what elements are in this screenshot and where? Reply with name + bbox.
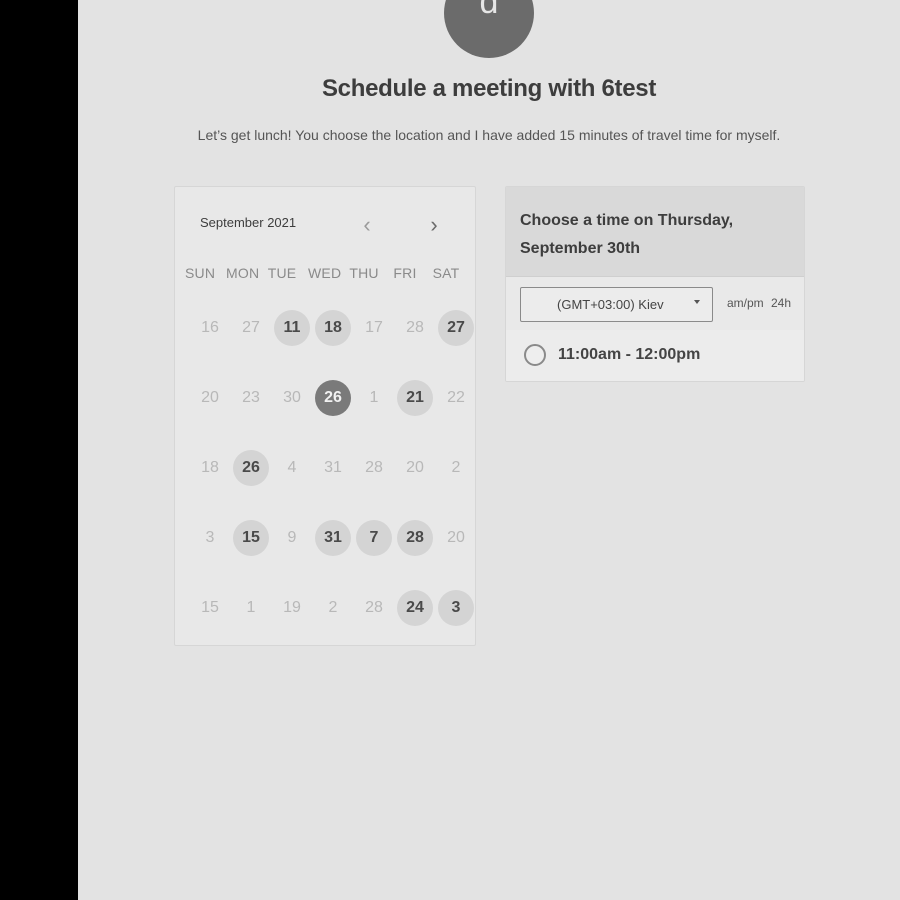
calendar-day: 28 — [365, 599, 383, 616]
weekday-label: WED — [308, 265, 342, 281]
caret-down-icon — [694, 300, 700, 304]
calendar-day: 23 — [242, 389, 260, 406]
calendar-day[interactable]: 11 — [274, 310, 310, 346]
calendar-day: 16 — [201, 319, 219, 336]
calendar-day[interactable]: 28 — [397, 520, 433, 556]
calendar-day: 28 — [365, 459, 383, 476]
calendar-day: 28 — [406, 319, 424, 336]
meeting-description: Let’s get lunch! You choose the location… — [197, 127, 781, 143]
weekday-label: FRI — [393, 265, 417, 281]
calendar-day[interactable]: 7 — [356, 520, 392, 556]
calendar-day[interactable]: 15 — [233, 520, 269, 556]
calendar-day: 30 — [283, 389, 301, 406]
calendar-day: 2 — [328, 599, 338, 616]
timezone-select[interactable]: (GMT+03:00) Kiev — [520, 287, 713, 322]
calendar-day: 19 — [283, 599, 301, 616]
calendar-day: 22 — [447, 389, 465, 406]
calendar-day: 4 — [287, 459, 297, 476]
calendar-day: 3 — [205, 529, 215, 546]
calendar-day[interactable]: 18 — [315, 310, 351, 346]
calendar-day[interactable]: 3 — [438, 590, 474, 626]
calendar-day: 1 — [246, 599, 256, 616]
calendar-day: 18 — [201, 459, 219, 476]
calendar-day: 9 — [287, 529, 297, 546]
calendar-day-selected[interactable]: 26 — [315, 380, 351, 416]
calendar-day: 20 — [447, 529, 465, 546]
timezone-value: (GMT+03:00) Kiev — [557, 297, 664, 312]
weekday-label: TUE — [267, 265, 297, 281]
time-picker-card: Choose a time on Thursday, September 30t… — [505, 186, 805, 382]
calendar-day[interactable]: 21 — [397, 380, 433, 416]
weekday-header: SUN MON TUE WED THU FRI SAT — [185, 265, 476, 283]
time-slot-label: 11:00am - 12:00pm — [558, 346, 701, 363]
calendar-month-label: September 2021 — [200, 215, 297, 230]
chevron-left-icon[interactable]: ‹ — [357, 213, 377, 237]
weekday-label: SUN — [185, 265, 216, 281]
calendar-day[interactable]: 26 — [233, 450, 269, 486]
scheduling-page: d Schedule a meeting with 6test Let’s ge… — [78, 0, 900, 900]
time-picker-heading: Choose a time on Thursday, September 30t… — [520, 212, 734, 257]
calendar-day[interactable]: 27 — [438, 310, 474, 346]
format-ampm-toggle[interactable]: am/pm — [727, 296, 764, 310]
weekday-label: MON — [226, 265, 260, 281]
calendar-day: 2 — [451, 459, 461, 476]
radio-icon[interactable] — [524, 344, 546, 366]
format-24h-toggle[interactable]: 24h — [771, 296, 791, 310]
calendar-day[interactable]: 31 — [315, 520, 351, 556]
calendar-day: 17 — [365, 319, 383, 336]
calendar-day: 1 — [369, 389, 379, 406]
calendar-day: 15 — [201, 599, 219, 616]
avatar-letter: d — [479, 0, 499, 21]
host-avatar: d — [444, 0, 534, 58]
calendar-day: 20 — [406, 459, 424, 476]
calendar-day: 27 — [242, 319, 260, 336]
calendar-day: 31 — [324, 459, 342, 476]
weekday-label: THU — [349, 265, 379, 281]
chevron-right-icon[interactable]: › — [424, 213, 444, 237]
calendar-day: 20 — [201, 389, 219, 406]
calendar-day[interactable]: 24 — [397, 590, 433, 626]
page-title: Schedule a meeting with 6test — [321, 75, 657, 102]
time-slot[interactable]: 11:00am - 12:00pm — [506, 330, 804, 381]
calendar-card: September 2021 ‹ › SUN MON TUE WED THU FRI SAT… — [174, 186, 476, 646]
weekday-label: SAT — [432, 265, 460, 281]
time-picker-header: Choose a time on Thursday, September 30t… — [506, 187, 804, 277]
